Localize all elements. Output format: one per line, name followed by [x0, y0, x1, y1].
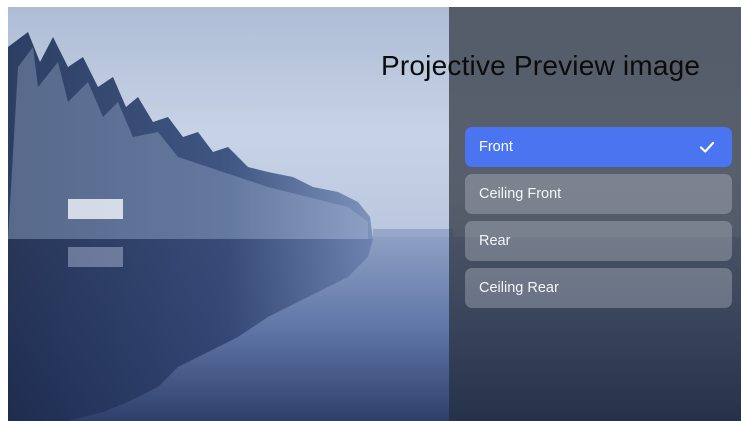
- option-label: Rear: [479, 233, 511, 249]
- option-ceiling-rear[interactable]: Ceiling Rear: [465, 268, 732, 308]
- option-label: Ceiling Rear: [479, 280, 559, 296]
- option-label: Ceiling Front: [479, 186, 562, 202]
- projection-preview-screen: Projective Preview image Front Ceiling F…: [8, 7, 741, 421]
- page-title: Projective Preview image: [381, 50, 701, 81]
- check-icon: [699, 141, 715, 153]
- option-rear[interactable]: Rear: [465, 221, 732, 261]
- option-ceiling-front[interactable]: Ceiling Front: [465, 174, 732, 214]
- option-front[interactable]: Front: [465, 127, 732, 167]
- option-label: Front: [479, 139, 513, 155]
